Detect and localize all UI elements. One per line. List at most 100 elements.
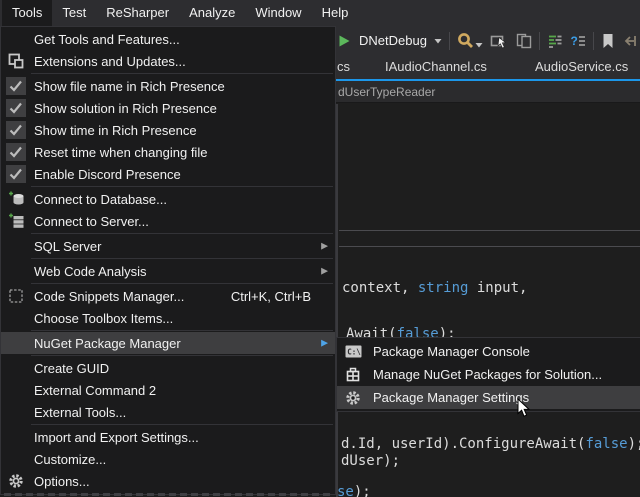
menu-item-customize[interactable]: Customize... xyxy=(1,448,335,470)
menu-item-label: Choose Toolbox Items... xyxy=(31,311,335,326)
submenu-arrow-icon: ▶ xyxy=(321,242,328,251)
debug-configuration-label[interactable]: DNetDebug xyxy=(359,33,427,48)
menu-item-code-snippets-manager[interactable]: Code Snippets Manager...Ctrl+K, Ctrl+B xyxy=(1,285,335,307)
menu-item-nuget-package-manager[interactable]: NuGet Package Manager▶ xyxy=(1,332,335,354)
menu-item-label: Customize... xyxy=(31,452,335,467)
submenu-arrow-icon: ▶ xyxy=(321,267,328,276)
toolbar-separator xyxy=(593,32,594,50)
menu-item-show-time-in-rich-presence[interactable]: Show time in Rich Presence xyxy=(1,119,335,141)
splitter-line xyxy=(339,246,640,247)
find-dropdown-icon[interactable] xyxy=(475,42,483,48)
tab-audioservice-cs[interactable]: AudioService.cs xyxy=(535,55,628,79)
menu-item-choose-toolbox-items[interactable]: Choose Toolbox Items... xyxy=(1,307,335,329)
menu-item-label: Web Code Analysis xyxy=(31,264,335,279)
menu-item-connect-to-server[interactable]: Connect to Server... xyxy=(1,210,335,232)
menubar-item-analyze[interactable]: Analyze xyxy=(179,0,245,26)
submenu-arrow-icon: ▶ xyxy=(321,339,328,348)
mouse-cursor-icon xyxy=(517,398,530,421)
tools-menu: Get Tools and Features... Extensions and … xyxy=(0,26,336,495)
code-line: context, string input, xyxy=(342,280,527,297)
debug-config-dropdown-icon[interactable] xyxy=(434,38,442,44)
format-document-icon[interactable] xyxy=(547,33,563,49)
comment-help-icon[interactable]: ? xyxy=(570,33,586,49)
tab-cs[interactable]: cs xyxy=(337,55,350,79)
menu-item-label: Show solution in Rich Presence xyxy=(31,101,335,116)
menu-item-shortcut: Ctrl+K, Ctrl+B xyxy=(231,289,335,304)
menu-item-show-file-name-in-rich-presence[interactable]: Show file name in Rich Presence xyxy=(1,75,335,97)
menu-item-label: External Tools... xyxy=(31,405,335,420)
gear-icon xyxy=(337,390,369,406)
submenu-item-manage-nuget-packages-for-solution[interactable]: Manage NuGet Packages for Solution... xyxy=(337,363,640,386)
bookmark-icon[interactable] xyxy=(601,33,615,49)
find-icon[interactable] xyxy=(457,32,474,49)
checkmark-icon xyxy=(1,121,31,139)
menubar-item-help[interactable]: Help xyxy=(312,0,359,26)
menu-item-label: Connect to Database... xyxy=(31,192,335,207)
menu-item-external-tools[interactable]: External Tools... xyxy=(1,401,335,423)
splitter-line xyxy=(339,230,640,231)
extensions-icon xyxy=(1,53,31,69)
menu-item-label: Enable Discord Presence xyxy=(31,167,335,182)
server-icon xyxy=(1,213,31,229)
menubar-item-window[interactable]: Window xyxy=(245,0,311,26)
menu-item-label: SQL Server xyxy=(31,239,335,254)
editor-left-edge xyxy=(336,104,338,497)
menu-separator xyxy=(31,258,333,259)
submenu-item-package-manager-settings[interactable]: Package Manager Settings xyxy=(337,386,640,409)
menu-bar: ToolsTestReSharperAnalyzeWindowHelp xyxy=(0,0,640,26)
toolbar-separator xyxy=(539,32,540,50)
breadcrumb-text: dUserTypeReader xyxy=(338,85,435,99)
menu-item-extensions-and-updates[interactable]: Extensions and Updates... xyxy=(1,50,335,72)
documents-icon[interactable] xyxy=(516,33,532,49)
submenu-item-label: Package Manager Console xyxy=(369,344,530,359)
tab-iaudiochannel-cs[interactable]: IAudioChannel.cs xyxy=(385,55,487,79)
menubar-item-resharper[interactable]: ReSharper xyxy=(96,0,179,26)
menubar-item-tools[interactable]: Tools xyxy=(2,0,52,26)
submenu-item-label: Package Manager Settings xyxy=(369,390,529,405)
nuget-manage-icon xyxy=(337,367,369,383)
menu-separator xyxy=(31,283,333,284)
navigate-to-cursor-icon[interactable] xyxy=(490,33,509,49)
menu-separator xyxy=(31,330,333,331)
menu-item-label: Import and Export Settings... xyxy=(31,430,335,445)
menu-item-label: Options... xyxy=(31,474,335,489)
submenu-item-label: Manage NuGet Packages for Solution... xyxy=(369,367,602,382)
nuget-package-manager-submenu: C:\ Package Manager Console Manage NuGet P… xyxy=(336,337,640,412)
svg-text:?: ? xyxy=(570,34,577,48)
menu-item-get-tools-and-features[interactable]: Get Tools and Features... xyxy=(1,28,335,50)
checkmark-icon xyxy=(1,143,31,161)
code-line: d.Id, userId).ConfigureAwait(false); xyxy=(341,436,640,453)
menu-item-external-command-2[interactable]: External Command 2 xyxy=(1,379,335,401)
snippets-icon xyxy=(1,288,31,304)
menu-item-connect-to-database[interactable]: Connect to Database... xyxy=(1,188,335,210)
obscured-code-line xyxy=(4,493,334,496)
toolbar-overflow-icon[interactable] xyxy=(622,33,638,49)
menu-item-label: Code Snippets Manager... xyxy=(31,289,231,304)
menu-item-options[interactable]: Options... xyxy=(1,470,335,492)
menu-item-reset-time-when-changing-file[interactable]: Reset time when changing file xyxy=(1,141,335,163)
menu-item-label: Get Tools and Features... xyxy=(31,32,335,47)
menu-separator xyxy=(31,186,333,187)
menu-item-label: Extensions and Updates... xyxy=(31,54,335,69)
menu-item-label: Show file name in Rich Presence xyxy=(31,79,335,94)
menu-item-import-and-export-settings[interactable]: Import and Export Settings... xyxy=(1,426,335,448)
gear-icon xyxy=(1,473,31,489)
menu-item-label: Reset time when changing file xyxy=(31,145,335,160)
menu-item-create-guid[interactable]: Create GUID xyxy=(1,357,335,379)
menu-separator xyxy=(31,233,333,234)
menu-item-web-code-analysis[interactable]: Web Code Analysis▶ xyxy=(1,260,335,282)
checkmark-icon xyxy=(1,165,31,183)
checkmark-icon xyxy=(1,77,31,95)
svg-text:C:\: C:\ xyxy=(347,348,361,357)
submenu-item-package-manager-console[interactable]: C:\ Package Manager Console xyxy=(337,340,640,363)
menu-separator xyxy=(31,424,333,425)
menu-item-label: NuGet Package Manager xyxy=(31,336,335,351)
menubar-item-test[interactable]: Test xyxy=(52,0,96,26)
vs-ide-window: ToolsTestReSharperAnalyzeWindowHelp DNet… xyxy=(0,0,640,497)
menu-separator xyxy=(31,355,333,356)
menu-item-enable-discord-presence[interactable]: Enable Discord Presence xyxy=(1,163,335,185)
menu-item-show-solution-in-rich-presence[interactable]: Show solution in Rich Presence xyxy=(1,97,335,119)
menu-item-sql-server[interactable]: SQL Server▶ xyxy=(1,235,335,257)
start-debugging-icon[interactable] xyxy=(337,34,351,48)
console-icon: C:\ xyxy=(337,344,369,359)
